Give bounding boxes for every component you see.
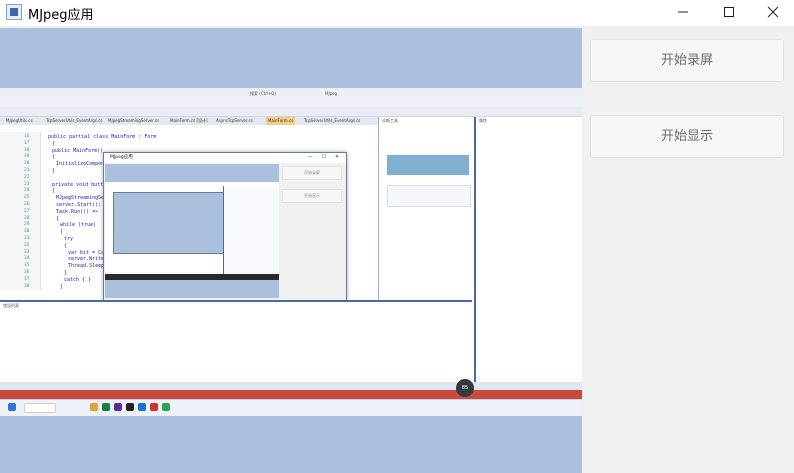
- app-icon: [162, 403, 170, 411]
- tab: MJpegStreamingServer.cs: [108, 118, 160, 123]
- line-number: 30: [24, 229, 30, 235]
- output-panel: 错误列表: [0, 300, 472, 384]
- diag-title: 诊断工具: [382, 118, 398, 123]
- output-title: 错误列表: [3, 303, 19, 308]
- line-number: 37: [24, 276, 30, 282]
- vs-toolbar: [0, 107, 582, 117]
- fps-badge: 85: [456, 379, 474, 397]
- code-line: }: [60, 283, 64, 290]
- line-number: 16: [24, 134, 30, 139]
- code-line: }: [52, 168, 56, 174]
- nested-preview: [105, 164, 279, 298]
- code-line: catch { }: [64, 276, 92, 283]
- code-line: {: [52, 140, 56, 147]
- tab: TcpServerUtils_EventArgs.cs: [304, 118, 361, 123]
- code-line: public MainForm(): [52, 147, 104, 154]
- edge-icon: [102, 403, 110, 411]
- code-line: }: [64, 270, 68, 276]
- line-number: 27: [24, 208, 30, 214]
- nested-record-button: 开始录屏: [282, 166, 342, 180]
- window-title: MJpeg应用: [28, 8, 94, 23]
- line-number: 19: [24, 154, 30, 160]
- app-icon: [138, 403, 146, 411]
- code-line: public partial class MainForm : Form: [48, 134, 157, 140]
- code-line: Thread.Sleep(: [68, 263, 108, 270]
- line-number: 29: [24, 222, 30, 228]
- code-line: server.Start();: [56, 202, 102, 208]
- app-icon: [150, 403, 158, 411]
- line-number: 31: [24, 236, 30, 241]
- tab: MJpegUtils.cs: [6, 118, 33, 123]
- minimize-button[interactable]: [660, 0, 706, 26]
- windows-icon: [8, 403, 16, 411]
- code-line: try: [64, 236, 74, 242]
- close-button[interactable]: [750, 0, 794, 26]
- app-icon: [6, 4, 22, 20]
- maximize-button[interactable]: [706, 0, 752, 26]
- code-line: {: [52, 188, 56, 195]
- title-bar: MJpeg应用: [0, 0, 794, 26]
- code-line: {: [60, 229, 64, 236]
- tab: TcpServerUtils_EventArgs.cs: [46, 118, 103, 123]
- line-number: 34: [24, 256, 30, 262]
- nested-window: MJpeg应用 — ☐ ✕ 开始录屏 开始显示: [103, 152, 347, 301]
- vs-search: 搜索 (Ctrl+Q): [250, 91, 277, 96]
- line-number: 38: [24, 283, 30, 289]
- line-gutter: [0, 132, 41, 290]
- tab: MainForm.cs [设计]: [170, 118, 208, 123]
- line-number: 36: [24, 270, 30, 275]
- screen-preview: 搜索 (Ctrl+Q) MJpeg MJpegUtils.cs TcpServe…: [0, 28, 582, 473]
- search-box-icon: [24, 403, 56, 413]
- line-number: 32: [24, 242, 30, 248]
- maximize-icon: [724, 7, 734, 17]
- line-number: 20: [24, 161, 30, 167]
- start-record-button[interactable]: 开始录屏: [590, 39, 784, 82]
- line-number: 33: [24, 249, 30, 255]
- tab: MainForm.cs: [266, 117, 296, 125]
- captured-taskbar: [0, 399, 582, 416]
- nested-title: MJpeg应用: [110, 155, 133, 160]
- line-number: 23: [24, 181, 30, 187]
- line-number: 26: [24, 202, 30, 207]
- vs-icon: [114, 403, 122, 411]
- code-line: server.Write(: [68, 256, 108, 263]
- nested-display-button: 开始显示: [282, 189, 342, 203]
- code-line: {: [56, 215, 60, 222]
- line-number: 18: [24, 147, 30, 153]
- code-line: while (true): [60, 222, 97, 229]
- line-number: 25: [24, 195, 30, 201]
- terminal-icon: [126, 403, 134, 411]
- notification-strip: [0, 390, 582, 399]
- start-display-button[interactable]: 开始显示: [590, 115, 784, 158]
- tab: AsyncTcpServer.cs: [216, 118, 253, 123]
- code-line: Task.Run(() =>: [56, 208, 99, 215]
- vs-menu: [0, 98, 582, 107]
- folder-icon: [90, 403, 98, 411]
- vs-status-bar: [0, 382, 582, 390]
- nested-title-bar: MJpeg应用 — ☐ ✕: [104, 153, 346, 163]
- line-number: 35: [24, 263, 30, 269]
- line-number: 21: [24, 168, 30, 173]
- minimize-icon: [678, 11, 688, 13]
- code-line: {: [52, 154, 56, 161]
- line-number: 22: [24, 174, 30, 180]
- line-number: 17: [24, 140, 30, 146]
- props-title: 属性: [479, 118, 487, 123]
- code-line: {: [64, 242, 68, 249]
- properties-pane: 属性: [474, 117, 582, 382]
- vs-project: MJpeg: [325, 91, 338, 96]
- line-number: 28: [24, 215, 30, 221]
- line-number: 24: [24, 188, 30, 194]
- close-icon: [767, 6, 779, 18]
